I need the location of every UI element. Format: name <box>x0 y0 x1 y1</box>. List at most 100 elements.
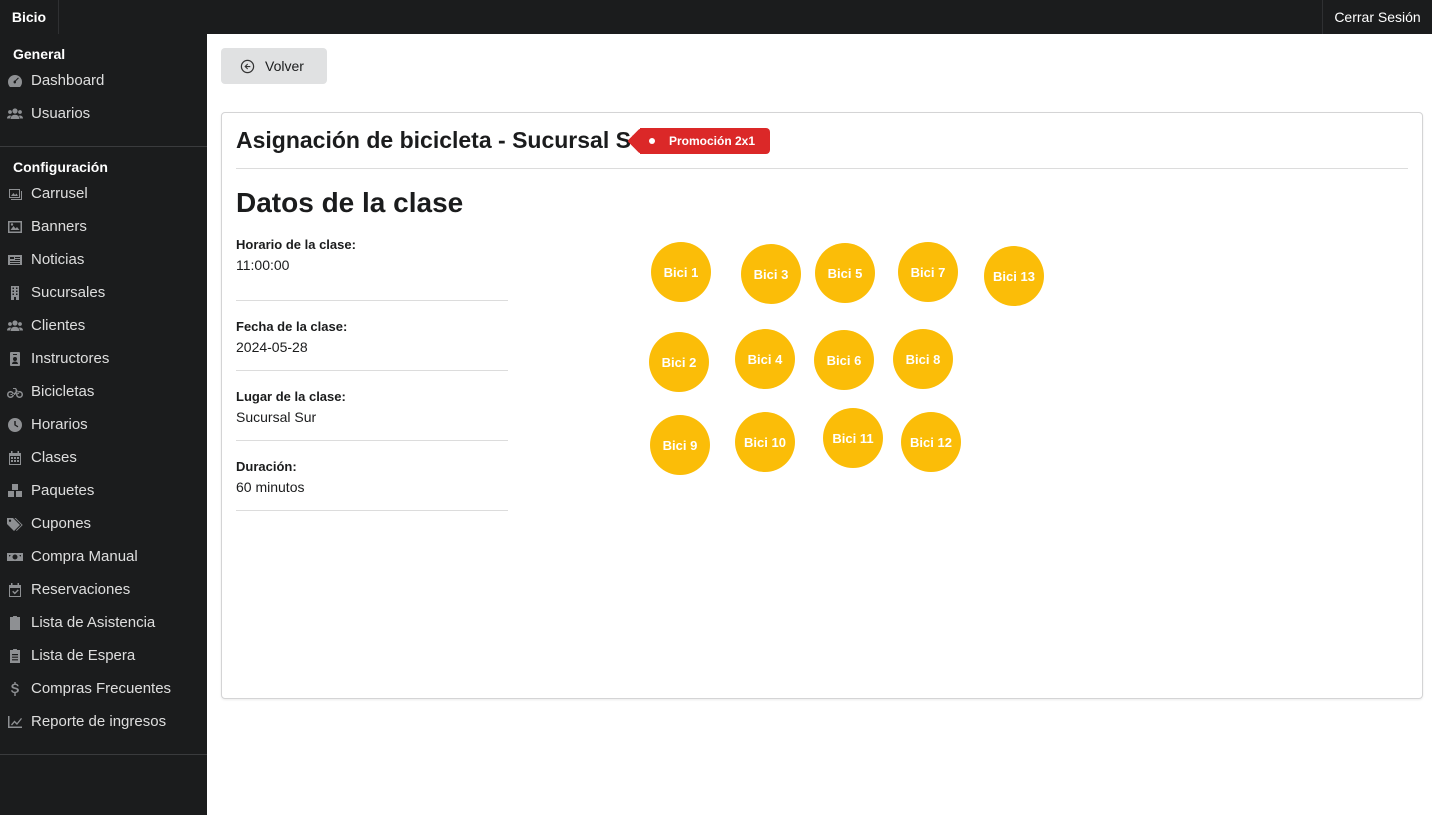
dollar-icon <box>6 681 24 697</box>
dashboard-icon <box>6 73 24 89</box>
chart-line-icon <box>6 714 24 730</box>
users-icon <box>6 318 24 334</box>
top-bar: Bicio Cerrar Sesión <box>0 0 1432 34</box>
sidebar-item-paquetes[interactable]: Paquetes <box>0 474 207 507</box>
info-label: Lugar de la clase: <box>236 389 346 404</box>
sidebar-item-horarios[interactable]: Horarios <box>0 408 207 441</box>
sidebar-item-label: Paquetes <box>31 482 95 499</box>
tags-icon <box>6 516 24 532</box>
back-button[interactable]: Volver <box>221 48 327 84</box>
sidebar-item-lista-de-espera[interactable]: Lista de Espera <box>0 639 207 672</box>
sidebar-item-label: Horarios <box>31 416 88 433</box>
sidebar-item-clases[interactable]: Clases <box>0 441 207 474</box>
calendar-check-icon <box>6 582 24 598</box>
bike-seat[interactable]: Bici 2 <box>649 332 709 392</box>
bike-seat[interactable]: Bici 1 <box>651 242 711 302</box>
info-row-horario: Horario de la clase: 11:00:00 <box>236 231 508 301</box>
sidebar-item-label: Reservaciones <box>31 581 131 598</box>
sidebar-item-label: Instructores <box>31 350 110 367</box>
sidebar-item-label: Compras Frecuentes <box>31 680 172 697</box>
section-heading: Datos de la clase <box>236 187 464 218</box>
sidebar: General Dashboard Usuarios Configuración… <box>0 34 207 815</box>
sidebar-item-label: Noticias <box>31 251 85 268</box>
sidebar-item-label: Bicicletas <box>31 383 95 400</box>
bike-seat[interactable]: Bici 11 <box>823 408 883 468</box>
class-info-list: Horario de la clase: 11:00:00 Fecha de l… <box>236 231 508 511</box>
sidebar-item-label: Sucursales <box>31 284 106 301</box>
sidebar-item-usuarios[interactable]: Usuarios <box>0 97 207 130</box>
sidebar-item-label: Lista de Asistencia <box>31 614 156 631</box>
info-value: 60 minutos <box>236 479 305 495</box>
arrow-circle-left-icon <box>240 59 255 73</box>
bike-seat[interactable]: Bici 13 <box>984 246 1044 306</box>
sidebar-item-sucursales[interactable]: Sucursales <box>0 276 207 309</box>
info-row-duracion: Duración: 60 minutos <box>236 441 508 511</box>
sidebar-item-compras-frecuentes[interactable]: Compras Frecuentes <box>0 672 207 705</box>
sidebar-item-label: Clientes <box>31 317 86 334</box>
sidebar-item-label: Cupones <box>31 515 92 532</box>
back-button-label: Volver <box>265 58 304 74</box>
id-badge-icon <box>6 351 24 367</box>
sidebar-item-carrusel[interactable]: Carrusel <box>0 177 207 210</box>
users-icon <box>6 106 24 122</box>
divider <box>236 168 1408 169</box>
newspaper-icon <box>6 252 24 268</box>
page-title: Asignación de bicicleta - Sucursal Sur <box>236 127 654 153</box>
sidebar-item-bicicletas[interactable]: Bicicletas <box>0 375 207 408</box>
sidebar-item-label: Compra Manual <box>31 548 138 565</box>
logout-button[interactable]: Cerrar Sesión <box>1322 0 1432 34</box>
cubes-icon <box>6 483 24 499</box>
sidebar-item-reservaciones[interactable]: Reservaciones <box>0 573 207 606</box>
info-value: 11:00:00 <box>236 257 290 273</box>
sidebar-item-lista-de-asistencia[interactable]: Lista de Asistencia <box>0 606 207 639</box>
sidebar-section-configuracion: Configuración Carrusel Banners Noticias … <box>0 147 207 755</box>
sidebar-section-title: Configuración <box>13 159 108 175</box>
sidebar-section-title: General <box>13 46 66 62</box>
bike-seat[interactable]: Bici 9 <box>650 415 710 475</box>
sidebar-item-label: Clases <box>31 449 77 466</box>
sidebar-item-banners[interactable]: Banners <box>0 210 207 243</box>
sidebar-section-general: General Dashboard Usuarios <box>0 34 207 147</box>
images-icon <box>6 186 24 202</box>
sidebar-item-label: Banners <box>31 218 87 235</box>
sidebar-item-label: Usuarios <box>31 105 91 122</box>
bicycle-icon <box>6 384 24 400</box>
sidebar-item-reporte-de-ingresos[interactable]: Reporte de ingresos <box>0 705 207 738</box>
sidebar-item-label: Carrusel <box>31 185 88 202</box>
bike-seat[interactable]: Bici 8 <box>893 329 953 389</box>
bike-seat[interactable]: Bici 7 <box>898 242 958 302</box>
clipboard-list-icon <box>6 648 24 664</box>
brand-logo[interactable]: Bicio <box>0 0 59 34</box>
bike-seat[interactable]: Bici 6 <box>814 330 874 390</box>
info-label: Fecha de la clase: <box>236 319 348 334</box>
info-row-lugar: Lugar de la clase: Sucursal Sur <box>236 371 508 441</box>
info-label: Duración: <box>236 459 297 474</box>
clipboard-check-icon <box>6 615 24 631</box>
sidebar-item-label: Lista de Espera <box>31 647 136 664</box>
bike-seat[interactable]: Bici 4 <box>735 329 795 389</box>
promo-tag: Promoción 2x1 <box>640 128 770 154</box>
sidebar-item-label: Reporte de ingresos <box>31 713 167 730</box>
sidebar-item-clientes[interactable]: Clientes <box>0 309 207 342</box>
sidebar-item-instructores[interactable]: Instructores <box>0 342 207 375</box>
sidebar-item-compra-manual[interactable]: Compra Manual <box>0 540 207 573</box>
sidebar-item-noticias[interactable]: Noticias <box>0 243 207 276</box>
info-row-fecha: Fecha de la clase: 2024-05-28 <box>236 301 508 371</box>
bike-seat[interactable]: Bici 10 <box>735 412 795 472</box>
promo-tag-label: Promoción 2x1 <box>668 134 756 148</box>
bike-seat[interactable]: Bici 5 <box>815 243 875 303</box>
calendar-icon <box>6 450 24 466</box>
sidebar-item-label: Dashboard <box>31 72 105 89</box>
bike-seat[interactable]: Bici 12 <box>901 412 961 472</box>
image-icon <box>6 219 24 235</box>
assignment-card: Asignación de bicicleta - Sucursal Sur P… <box>221 112 1423 699</box>
info-label: Horario de la clase: <box>236 237 356 252</box>
sidebar-item-dashboard[interactable]: Dashboard <box>0 64 207 97</box>
info-value: Sucursal Sur <box>236 409 317 425</box>
sidebar-item-cupones[interactable]: Cupones <box>0 507 207 540</box>
clock-icon <box>6 417 24 433</box>
info-value: 2024-05-28 <box>236 339 308 355</box>
bike-seat[interactable]: Bici 3 <box>741 244 801 304</box>
tag-dot-icon <box>649 138 655 144</box>
money-icon <box>6 549 24 565</box>
